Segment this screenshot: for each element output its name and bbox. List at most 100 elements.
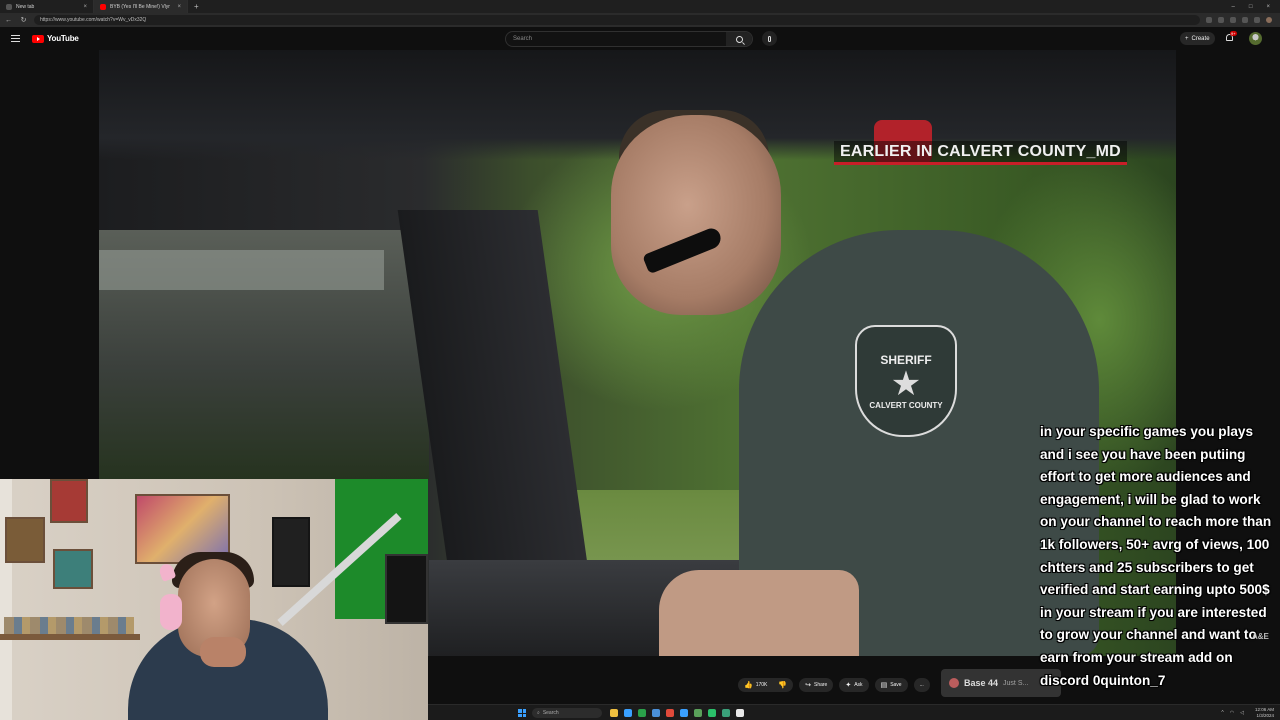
screen: New tab × BYB (Yes I'll Be Mine!) Vlyncr… <box>0 0 1280 720</box>
bookmark-icon: ▤ <box>880 681 888 689</box>
minimize-button[interactable]: – <box>1232 4 1235 10</box>
extension-icon[interactable] <box>1242 17 1248 23</box>
sheriff-patch: SHERIFF ★ CALVERT COUNTY <box>855 325 957 437</box>
notifications-button[interactable]: 9+ <box>1225 31 1237 43</box>
create-label: Create <box>1191 35 1210 42</box>
pinned-app-icon[interactable] <box>638 709 646 717</box>
channel-avatar <box>949 678 959 688</box>
reload-icon[interactable]: ↻ <box>19 16 28 24</box>
search-icon <box>735 35 743 43</box>
more-actions-button[interactable]: ... <box>913 677 930 692</box>
shelf-items <box>4 617 134 634</box>
youtube-logo[interactable]: YouTube <box>32 34 79 43</box>
wifi-icon[interactable]: ◠ <box>1230 710 1234 716</box>
system-tray-icons: ^ ◠ ◁ <box>1221 710 1244 716</box>
extension-icon[interactable] <box>1218 17 1224 23</box>
ask-label: Ask <box>854 681 863 688</box>
taskbar-search-label: Search <box>542 710 559 716</box>
chyron-text: EARLIER IN CALVERT COUNTY_MD <box>840 142 1121 160</box>
headphone-icon <box>160 594 182 630</box>
microphone-icon <box>768 35 771 42</box>
profile-avatar[interactable] <box>1266 17 1272 23</box>
youtube-favicon-icon <box>100 3 106 10</box>
pinned-app-icon[interactable] <box>624 709 632 717</box>
pinned-app-icon[interactable] <box>708 709 716 717</box>
browser-toolbar: ← ↻ https://www.youtube.com/watch?v=Wv_v… <box>0 13 1280 27</box>
search-box[interactable]: Search <box>505 31 753 47</box>
search-input[interactable]: Search <box>506 36 726 42</box>
account-avatar[interactable] <box>1249 32 1262 45</box>
plus-icon: + <box>1185 35 1189 42</box>
taskbar-search[interactable]: ⌕ Search <box>532 708 602 718</box>
search-icon: ⌕ <box>537 710 540 716</box>
create-button[interactable]: + Create <box>1180 32 1215 45</box>
pinned-app-icon[interactable] <box>736 709 744 717</box>
monitor <box>385 554 428 624</box>
volume-icon[interactable]: ◁ <box>1240 710 1244 716</box>
clock[interactable]: 12:06 AM 1/3/2024 <box>1255 707 1274 719</box>
browser-tab-bar: New tab × BYB (Yes I'll Be Mine!) Vlyncr… <box>0 0 1280 13</box>
channel-name: Base 44 <box>964 678 999 688</box>
wall-art <box>5 517 45 563</box>
video-scene-glass <box>99 250 384 290</box>
pinned-app-icon[interactable] <box>722 709 730 717</box>
more-icon: ... <box>919 681 924 688</box>
share-icon: ↪ <box>805 681 811 689</box>
pinned-apps <box>610 709 744 717</box>
wall-art <box>50 479 88 523</box>
extension-icon[interactable] <box>1206 17 1212 23</box>
close-tab-icon[interactable]: × <box>177 4 181 10</box>
save-button[interactable]: ▤ Save <box>874 677 908 692</box>
voice-search-button[interactable] <box>762 31 777 46</box>
clock-date: 1/3/2024 <box>1256 713 1274 718</box>
channel-tagline: Just S... <box>1003 679 1029 687</box>
youtube-wordmark: YouTube <box>47 34 79 43</box>
pinned-app-icon[interactable] <box>652 709 660 717</box>
start-button-icon[interactable] <box>518 709 526 717</box>
new-tab-button[interactable]: + <box>188 2 205 11</box>
like-count: 170K <box>755 681 768 688</box>
wall-art <box>272 517 310 587</box>
taskbar: ⌕ Search ^ ◠ ◁ 12:06 AM 1/3/2024 <box>428 704 1280 720</box>
share-label: Share <box>814 681 828 688</box>
pinned-app-icon[interactable] <box>694 709 702 717</box>
video-actions: 👍 170K 👎 ↪ Share ✦ Ask ▤ Save ... <box>738 677 930 692</box>
share-button[interactable]: ↪ Share <box>799 677 834 692</box>
news-chyron: EARLIER IN CALVERT COUNTY_MD <box>834 141 1127 165</box>
new-tab-favicon-icon <box>6 3 12 10</box>
tab-new-tab[interactable]: New tab × <box>0 0 94 13</box>
notification-badge: 9+ <box>1230 31 1237 36</box>
video-scene-head <box>611 115 781 315</box>
ask-button[interactable]: ✦ Ask <box>839 677 869 692</box>
pinned-app-icon[interactable] <box>610 709 618 717</box>
streamer-hands <box>200 637 246 667</box>
webcam-door <box>0 479 12 720</box>
star-icon: ★ <box>890 364 922 403</box>
pinned-app-icon[interactable] <box>680 709 688 717</box>
tab-title: New tab <box>16 3 35 10</box>
extension-icon[interactable] <box>1230 17 1236 23</box>
wall-art <box>53 549 93 589</box>
chat-message-overlay: in your specific games you plays and i s… <box>1040 424 1272 688</box>
tab-youtube-video[interactable]: BYB (Yes I'll Be Mine!) Vlyncrell (Yo...… <box>94 0 188 13</box>
extension-icon[interactable] <box>1254 17 1260 23</box>
pinned-app-icon[interactable] <box>666 709 674 717</box>
window-controls: – □ × <box>1232 4 1280 10</box>
thumbs-down-icon[interactable]: 👎 <box>778 681 787 689</box>
close-tab-icon[interactable]: × <box>83 4 87 10</box>
address-bar[interactable]: https://www.youtube.com/watch?v=Wv_vDx32… <box>34 15 1200 25</box>
like-button[interactable]: 👍 170K 👎 <box>738 677 794 692</box>
search-button[interactable] <box>726 32 752 46</box>
chevron-up-icon[interactable]: ^ <box>1221 710 1223 716</box>
network-watermark: A&E <box>1252 632 1269 641</box>
tab-title: BYB (Yes I'll Be Mine!) Vlyncrell (Yo... <box>110 3 170 10</box>
video-scene-arm <box>659 570 859 656</box>
maximize-button[interactable]: □ <box>1249 4 1253 10</box>
menu-icon[interactable] <box>11 35 20 42</box>
back-arrow-icon[interactable]: ← <box>4 17 13 24</box>
close-window-button[interactable]: × <box>1266 4 1270 10</box>
sparkle-icon: ✦ <box>845 681 852 689</box>
extensions-area <box>1206 17 1276 23</box>
webcam-overlay <box>0 479 428 720</box>
thumbs-up-icon: 👍 <box>744 681 753 689</box>
